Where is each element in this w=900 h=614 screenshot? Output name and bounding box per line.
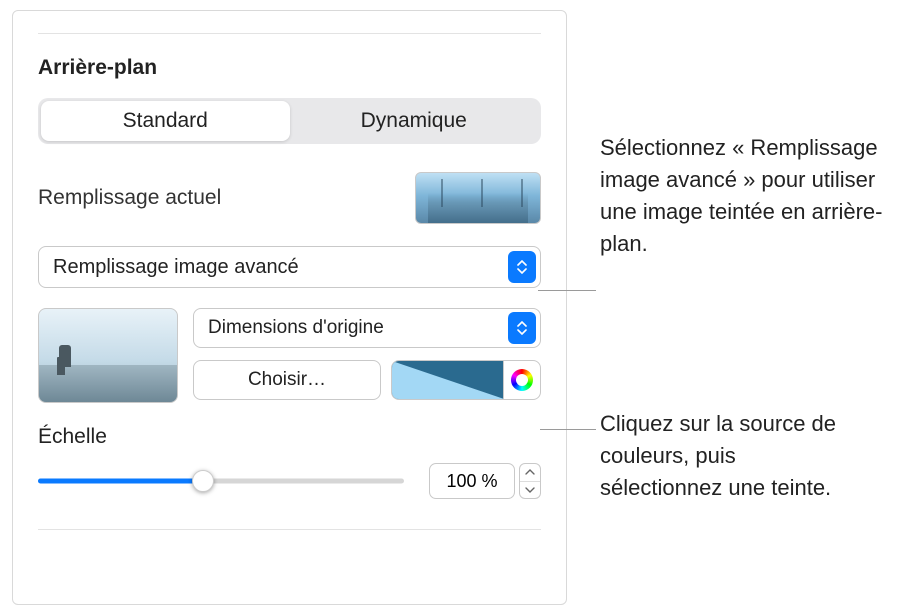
callout-leader xyxy=(538,290,596,291)
scale-stepper xyxy=(429,463,541,499)
image-scale-mode-dropdown[interactable]: Dimensions d'origine xyxy=(193,308,541,348)
callout-fill-type: Sélectionnez « Remplissage image avancé … xyxy=(600,132,885,260)
tint-color-group xyxy=(391,360,541,400)
fill-type-dropdown[interactable]: Remplissage image avancé xyxy=(38,246,541,288)
choose-row: Choisir… xyxy=(193,360,541,400)
fill-type-value: Remplissage image avancé xyxy=(53,256,299,279)
image-scale-mode-value: Dimensions d'origine xyxy=(208,317,384,339)
image-controls: Dimensions d'origine Choisir… xyxy=(193,308,541,403)
section-title: Arrière-plan xyxy=(38,56,541,80)
color-picker-button[interactable] xyxy=(503,360,541,400)
tint-color-well[interactable] xyxy=(391,360,503,400)
background-inspector-panel: Arrière-plan Standard Dynamique Rempliss… xyxy=(12,10,567,605)
stepper-down[interactable] xyxy=(520,482,540,499)
segment-standard[interactable]: Standard xyxy=(41,101,290,141)
current-fill-label: Remplissage actuel xyxy=(38,186,221,210)
scale-label: Échelle xyxy=(38,425,541,449)
stepper-up[interactable] xyxy=(520,464,540,482)
image-thumbnail-well[interactable] xyxy=(38,308,178,403)
stepper-arrows xyxy=(519,463,541,499)
chevron-updown-icon xyxy=(508,251,536,283)
scale-value-input[interactable] xyxy=(429,463,515,499)
callout-color-well: Cliquez sur la source de couleurs, puis … xyxy=(600,408,860,504)
choose-image-button[interactable]: Choisir… xyxy=(193,360,381,400)
background-type-segmented[interactable]: Standard Dynamique xyxy=(38,98,541,144)
divider xyxy=(38,529,541,530)
scale-row xyxy=(38,463,541,499)
segment-dynamic[interactable]: Dynamique xyxy=(290,101,539,141)
divider xyxy=(38,33,541,34)
image-fill-row: Dimensions d'origine Choisir… xyxy=(38,308,541,403)
color-wheel-icon xyxy=(511,369,533,391)
chevron-updown-icon xyxy=(508,312,536,344)
scale-slider[interactable] xyxy=(38,469,404,493)
callout-leader xyxy=(540,429,596,430)
current-fill-row: Remplissage actuel xyxy=(38,172,541,224)
current-fill-preview[interactable] xyxy=(415,172,541,224)
